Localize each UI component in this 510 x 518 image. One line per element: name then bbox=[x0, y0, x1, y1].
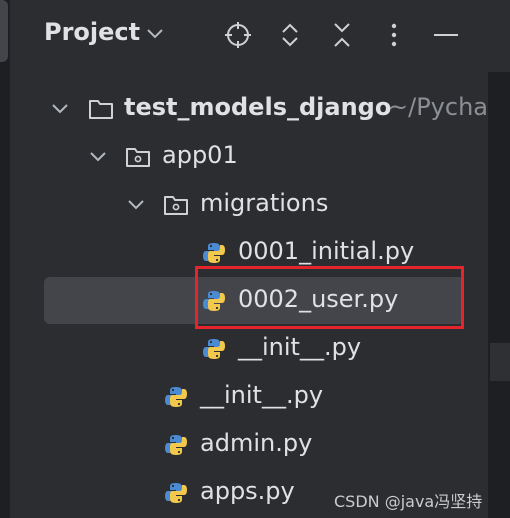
package-folder-icon bbox=[125, 145, 150, 169]
tree-item-migrations-init[interactable]: __init__.py bbox=[0, 325, 488, 373]
tree-item-label: __init__.py bbox=[200, 381, 324, 409]
tree-item-label: admin.py bbox=[200, 429, 313, 457]
tree-item-label: app01 bbox=[162, 141, 238, 169]
tree-item-label: apps.py bbox=[200, 477, 295, 505]
tree-item-admin[interactable]: admin.py bbox=[0, 421, 488, 469]
minimize-icon[interactable] bbox=[430, 19, 462, 51]
panel-title[interactable]: Project bbox=[44, 18, 140, 46]
scrollbar-thumb[interactable] bbox=[490, 343, 510, 381]
tree-item-migrations[interactable]: migrations bbox=[0, 181, 488, 229]
tree-item-app-init[interactable]: __init__.py bbox=[0, 373, 488, 421]
chevron-down-icon[interactable] bbox=[126, 196, 146, 214]
tree-item-root[interactable]: test_models_django ~/Pycha bbox=[0, 85, 488, 133]
collapse-all-icon[interactable] bbox=[326, 19, 358, 51]
path-hint: ~/Pycha bbox=[388, 93, 488, 121]
tree-item-app01[interactable]: app01 bbox=[0, 133, 488, 181]
annotation-highlight-box bbox=[195, 266, 464, 329]
watermark: CSDN @java冯坚持 bbox=[334, 492, 483, 511]
python-file-icon bbox=[202, 241, 226, 265]
project-panel-header: Project bbox=[0, 0, 488, 72]
more-icon[interactable] bbox=[378, 19, 410, 51]
tree-item-label: migrations bbox=[200, 189, 329, 217]
crosshair-icon[interactable] bbox=[222, 19, 254, 51]
expand-collapse-icon[interactable] bbox=[274, 19, 306, 51]
editor-gutter bbox=[488, 72, 510, 518]
folder-icon bbox=[88, 97, 113, 121]
tree-item-label: test_models_django bbox=[124, 93, 392, 121]
python-file-icon bbox=[164, 385, 188, 409]
python-file-icon bbox=[164, 481, 188, 505]
chevron-down-icon[interactable] bbox=[146, 26, 164, 42]
chevron-down-icon[interactable] bbox=[88, 148, 108, 166]
package-folder-icon bbox=[163, 193, 188, 217]
tree-item-label: __init__.py bbox=[238, 333, 362, 361]
chevron-down-icon[interactable] bbox=[50, 100, 70, 118]
python-file-icon bbox=[202, 337, 226, 361]
tree-item-label: 0001_initial.py bbox=[238, 237, 415, 265]
python-file-icon bbox=[164, 433, 188, 457]
